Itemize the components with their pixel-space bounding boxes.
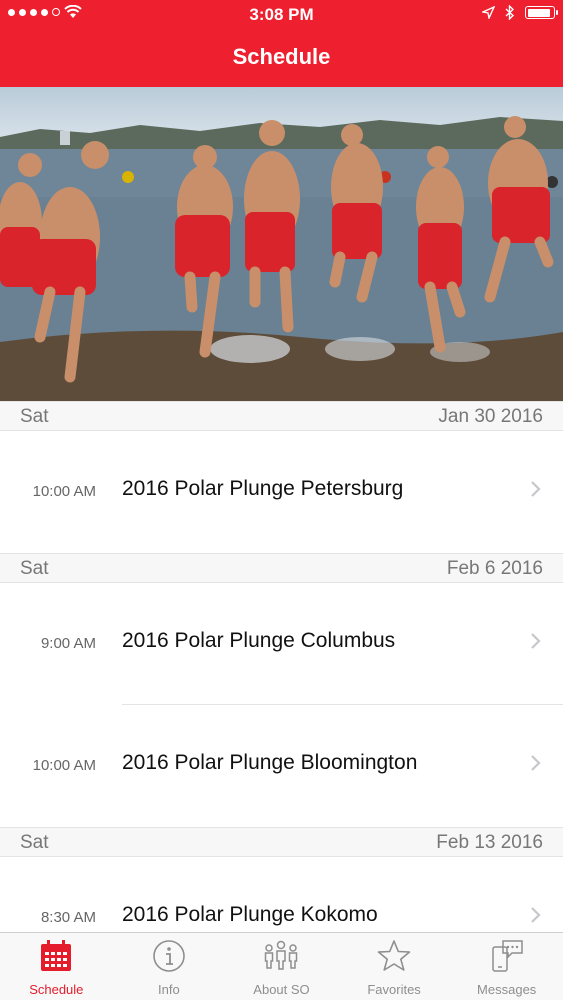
- event-time: 8:30 AM: [40, 909, 96, 926]
- people-icon: [265, 940, 298, 970]
- event-time: 9:00 AM: [40, 635, 96, 652]
- messages-icon: [491, 940, 523, 972]
- chevron-right-icon: [531, 755, 541, 771]
- tab-schedule[interactable]: Schedule: [0, 933, 113, 1000]
- schedule-list: Sat Jan 30 2016 10:00 AM 2016 Polar Plun…: [0, 401, 563, 979]
- tab-label: Favorites: [367, 982, 421, 997]
- section-date: Feb 6 2016: [446, 558, 543, 579]
- section-day: Sat: [20, 832, 49, 853]
- chevron-right-icon: [531, 481, 541, 497]
- section-header: Sat Feb 6 2016: [0, 553, 563, 583]
- status-time: 3:08 PM: [249, 5, 314, 24]
- star-icon: [377, 940, 411, 971]
- status-bar: 3:08 PM: [0, 0, 563, 30]
- tab-bar: Schedule Info About SO Favorites Message…: [0, 932, 563, 1000]
- tab-label: About SO: [253, 982, 310, 997]
- battery-icon: [525, 6, 558, 19]
- section-day: Sat: [20, 406, 49, 427]
- calendar-icon: [41, 940, 72, 971]
- event-title: 2016 Polar Plunge Columbus: [122, 629, 396, 652]
- tab-label: Schedule: [29, 982, 84, 997]
- event-row[interactable]: 10:00 AM 2016 Polar Plunge Petersburg: [0, 431, 563, 553]
- header-bar: 3:08 PM Schedule: [0, 0, 563, 87]
- tab-messages[interactable]: Messages: [450, 933, 563, 1000]
- chevron-right-icon: [531, 907, 541, 923]
- event-time: 10:00 AM: [32, 483, 96, 500]
- event-title: 2016 Polar Plunge Kokomo: [122, 903, 378, 926]
- event-time: 10:00 AM: [32, 757, 96, 774]
- hero-photo: [0, 87, 563, 401]
- info-icon: [153, 940, 185, 972]
- location-arrow-icon: [482, 6, 495, 19]
- bluetooth-icon: [505, 5, 515, 20]
- section-header: Sat Jan 30 2016: [0, 401, 563, 431]
- section-date: Feb 13 2016: [436, 832, 543, 853]
- event-row[interactable]: 9:00 AM 2016 Polar Plunge Columbus: [0, 583, 563, 705]
- tab-favorites[interactable]: Favorites: [338, 933, 451, 1000]
- tab-about-so[interactable]: About SO: [225, 933, 338, 1000]
- page-title: Schedule: [232, 44, 331, 69]
- tab-label: Messages: [477, 982, 537, 997]
- tab-info[interactable]: Info: [113, 933, 226, 1000]
- chevron-right-icon: [531, 633, 541, 649]
- section-header: Sat Feb 13 2016: [0, 827, 563, 857]
- section-date: Jan 30 2016: [438, 406, 543, 427]
- tab-label: Info: [158, 982, 180, 997]
- event-title: 2016 Polar Plunge Petersburg: [122, 477, 404, 500]
- event-row[interactable]: 10:00 AM 2016 Polar Plunge Bloomington: [0, 705, 563, 827]
- event-title: 2016 Polar Plunge Bloomington: [122, 751, 418, 774]
- section-day: Sat: [20, 558, 49, 579]
